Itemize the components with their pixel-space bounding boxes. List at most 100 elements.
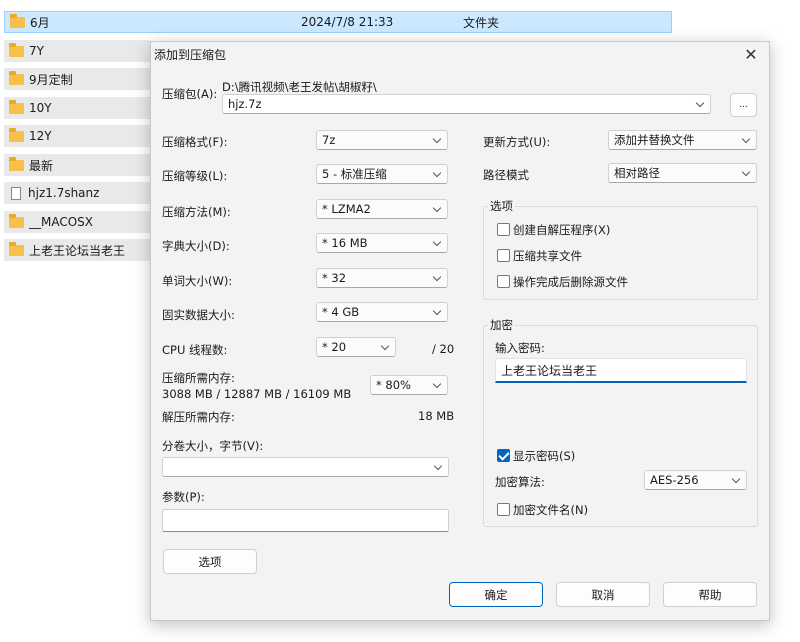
level-label: 压缩等级(L): (162, 169, 228, 183)
archive-label: 压缩包(A): (162, 87, 218, 101)
shared-files-label[interactable]: 压缩共享文件 (513, 248, 582, 264)
word-value: * 32 (322, 271, 347, 285)
help-button[interactable]: 帮助 (663, 582, 757, 607)
file-name: __MACOSX (29, 215, 94, 229)
method-value: * LZMA2 (322, 202, 371, 216)
file-row-macosx[interactable]: __MACOSX (4, 211, 150, 233)
encryption-method-select[interactable]: AES-256 (644, 470, 747, 490)
password-label: 输入密码: (495, 341, 545, 355)
file-row-9yue[interactable]: 9月定制 (4, 68, 150, 90)
chevron-down-icon (741, 167, 751, 177)
options-button[interactable]: 选项 (163, 549, 257, 574)
dialog-titlebar[interactable]: 添加到压缩包 ✕ (151, 42, 769, 66)
file-row-6yue[interactable]: 6月 2024/7/8 21:33 文件夹 (4, 11, 672, 33)
chevron-down-icon (432, 379, 442, 389)
word-select[interactable]: * 32 (316, 268, 448, 288)
threads-value: * 20 (322, 340, 347, 354)
chevron-down-icon (432, 306, 442, 316)
encryption-method-label: 加密算法: (495, 475, 545, 489)
password-input[interactable]: 上老王论坛当老王 (495, 358, 747, 383)
solid-label: 固实数据大小: (162, 308, 235, 322)
threads-select[interactable]: * 20 (316, 337, 396, 357)
delete-after-label[interactable]: 操作完成后删除源文件 (513, 274, 628, 290)
volume-combo[interactable] (162, 457, 449, 477)
file-name: 6月 (30, 15, 50, 30)
dict-value: * 16 MB (322, 236, 368, 250)
folder-icon (9, 127, 24, 142)
add-to-archive-dialog: 添加到压缩包 ✕ 压缩包(A): D:\腾讯视频\老王发帖\胡椒籽\ hjz.7… (150, 41, 770, 621)
word-label: 单词大小(W): (162, 274, 233, 288)
method-label: 压缩方法(M): (162, 205, 231, 219)
close-button[interactable]: ✕ (739, 43, 763, 65)
encryption-group-title: 加密 (488, 317, 515, 333)
archive-path: D:\腾讯视频\老王发帖\胡椒籽\ (222, 80, 377, 94)
cancel-button[interactable]: 取消 (556, 582, 650, 607)
options-group-title: 选项 (488, 198, 515, 214)
path-mode-select[interactable]: 相对路径 (608, 163, 757, 183)
archive-name-value: hjz.7z (228, 97, 262, 111)
format-label: 压缩格式(F): (162, 135, 228, 149)
browse-button[interactable]: ... (730, 93, 757, 117)
chevron-down-icon (432, 237, 442, 247)
dict-select[interactable]: * 16 MB (316, 233, 448, 253)
encrypt-names-checkbox[interactable] (497, 503, 510, 516)
update-mode-select[interactable]: 添加并替换文件 (608, 130, 757, 150)
params-input[interactable] (162, 509, 449, 532)
chevron-down-icon (432, 272, 442, 282)
file-row-laowang[interactable]: 上老王论坛当老王 (4, 239, 150, 261)
mem-compress-label: 压缩所需内存: (162, 371, 235, 385)
file-name: 上老王论坛当老王 (29, 243, 126, 258)
file-row-hjz[interactable]: hjz1.7shanz (4, 182, 150, 204)
file-row-7y[interactable]: 7Y (4, 40, 150, 62)
threads-max: / 20 (432, 342, 455, 356)
folder-icon (9, 156, 24, 171)
encryption-method-value: AES-256 (650, 473, 699, 487)
folder-icon (9, 70, 24, 85)
threads-label: CPU 线程数: (162, 343, 228, 357)
folder-icon (9, 99, 24, 114)
chevron-down-icon (432, 134, 442, 144)
file-row-12y[interactable]: 12Y (4, 125, 150, 147)
folder-icon (9, 241, 24, 256)
close-icon: ✕ (744, 44, 758, 64)
file-name: 9月定制 (29, 72, 73, 87)
archive-name-combo[interactable]: hjz.7z (222, 94, 711, 114)
shared-files-checkbox[interactable] (497, 249, 510, 262)
method-select[interactable]: * LZMA2 (316, 199, 448, 219)
chevron-down-icon (433, 461, 443, 471)
chevron-down-icon[interactable] (695, 98, 705, 108)
dialog-title: 添加到压缩包 (154, 48, 227, 62)
level-select[interactable]: 5 - 标准压缩 (316, 164, 448, 184)
sfx-label[interactable]: 创建自解压程序(X) (513, 222, 610, 238)
delete-after-checkbox[interactable] (497, 275, 510, 288)
mem-decompress-label: 解压所需内存: (162, 410, 235, 424)
mem-compress-select[interactable]: * 80% (370, 375, 448, 395)
update-mode-value: 添加并替换文件 (614, 133, 695, 147)
file-row-zuixin[interactable]: 最新 (4, 154, 150, 176)
format-value: 7z (322, 133, 336, 147)
file-date: 2024/7/8 21:33 (301, 15, 394, 29)
chevron-down-icon (741, 134, 751, 144)
chevron-down-icon (380, 341, 390, 351)
solid-value: * 4 GB (322, 305, 360, 319)
show-password-checkbox[interactable] (497, 449, 510, 462)
path-mode-label: 路径模式 (483, 168, 529, 182)
sfx-checkbox[interactable] (497, 223, 510, 236)
file-name: 10Y (29, 101, 52, 115)
ok-button[interactable]: 确定 (449, 582, 543, 607)
encrypt-names-label[interactable]: 加密文件名(N) (513, 502, 588, 518)
update-mode-label: 更新方式(U): (483, 135, 551, 149)
path-mode-value: 相对路径 (614, 166, 660, 180)
folder-icon (9, 42, 24, 57)
level-value: 5 - 标准压缩 (322, 167, 387, 181)
file-name: 最新 (29, 158, 54, 173)
file-row-10y[interactable]: 10Y (4, 97, 150, 119)
mem-decompress-value: 18 MB (418, 409, 455, 423)
chevron-down-icon (731, 474, 741, 484)
chevron-down-icon (432, 203, 442, 213)
folder-icon (10, 13, 25, 28)
file-type: 文件夹 (463, 15, 500, 30)
solid-select[interactable]: * 4 GB (316, 302, 448, 322)
show-password-label[interactable]: 显示密码(S) (513, 448, 575, 464)
format-select[interactable]: 7z (316, 130, 448, 150)
